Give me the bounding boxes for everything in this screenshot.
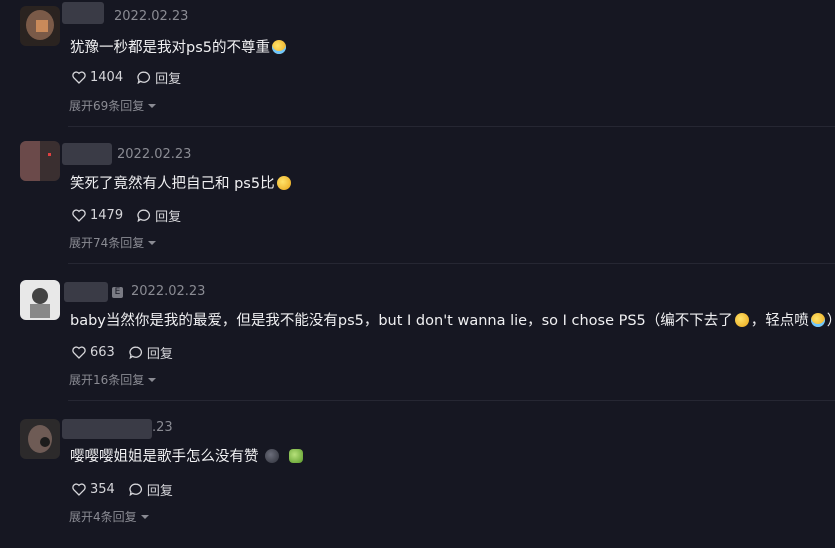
comment-text-part1: baby当然你是我的最爱，但是我不能没有ps5，but I don't wann… <box>70 313 733 329</box>
expand-replies-button[interactable]: 展开74条回复 <box>69 234 157 251</box>
divider <box>68 400 835 401</box>
heart-icon <box>72 346 86 359</box>
like-count: 1479 <box>90 208 124 223</box>
comment-item: E 2022.02.23 baby当然你是我的最爱，但是我不能没有ps5，but… <box>0 274 835 411</box>
like-count: 1404 <box>90 70 124 85</box>
reply-label: 回复 <box>155 210 182 225</box>
reply-button[interactable]: 回复 <box>129 343 173 362</box>
like-button[interactable]: 354 <box>72 482 115 497</box>
chevron-down-icon <box>148 240 157 245</box>
comment-actions: 354 回复 <box>72 480 187 499</box>
comment-text: 犹豫一秒都是我对ps5的不尊重 <box>70 36 288 57</box>
comment-bubble-icon <box>129 346 142 359</box>
comment-text: 笑死了竟然有人把自己和 ps5比 <box>70 172 293 193</box>
comment-item: .23 嘤嘤嘤姐姐是歌手怎么没有赞 354 回复 展开4条回复 <box>0 411 835 548</box>
comment-date: .23 <box>152 420 173 435</box>
heart-icon <box>72 483 86 496</box>
username-redacted[interactable] <box>64 282 108 302</box>
comment-text-body: 笑死了竟然有人把自己和 ps5比 <box>70 176 275 192</box>
username-redacted[interactable] <box>62 2 104 24</box>
comment-bubble-icon <box>129 483 142 496</box>
divider <box>68 126 835 127</box>
expand-replies-label: 展开74条回复 <box>69 236 145 250</box>
grinning-squint-emoji-icon <box>276 176 291 190</box>
like-button[interactable]: 1479 <box>72 208 123 223</box>
green-face-emoji-icon <box>288 449 303 463</box>
reply-button[interactable]: 回复 <box>137 206 181 225</box>
comment-text: 嘤嘤嘤姐姐是歌手怎么没有赞 <box>70 445 305 466</box>
expand-replies-button[interactable]: 展开16条回复 <box>69 371 157 388</box>
chevron-down-icon <box>148 103 157 108</box>
reply-label: 回复 <box>146 347 173 362</box>
comment-text-body: 犹豫一秒都是我对ps5的不尊重 <box>70 40 270 56</box>
like-button[interactable]: 1404 <box>72 70 123 85</box>
expand-replies-label: 展开4条回复 <box>69 510 137 524</box>
comment-actions: 1479 回复 <box>72 206 195 225</box>
comment-text-part2: ，轻点喷 <box>750 313 809 329</box>
divider <box>68 263 835 264</box>
expand-replies-label: 展开69条回复 <box>69 99 145 113</box>
avatar[interactable] <box>20 419 60 459</box>
reply-button[interactable]: 回复 <box>129 480 173 499</box>
comment-text-body: 嘤嘤嘤姐姐是歌手怎么没有赞 <box>70 449 259 465</box>
crying-laughing-emoji-icon <box>271 40 286 54</box>
chevron-down-icon <box>148 377 157 382</box>
expand-replies-label: 展开16条回复 <box>69 373 145 387</box>
avatar[interactable] <box>20 6 60 46</box>
comment-bubble-icon <box>137 209 151 222</box>
heart-icon <box>72 209 86 222</box>
expand-replies-button[interactable]: 展开4条回复 <box>69 508 149 525</box>
comment-item: 2022.02.23 笑死了竟然有人把自己和 ps5比 1479 回复 展开74… <box>0 137 835 274</box>
comment-actions: 663 回复 <box>72 343 187 362</box>
dark-face-emoji-icon <box>264 449 279 463</box>
like-count: 663 <box>90 345 115 360</box>
reply-label: 回复 <box>155 72 182 87</box>
crying-laughing-emoji-icon <box>810 313 825 327</box>
like-count: 354 <box>90 482 115 497</box>
comment-date: 2022.02.23 <box>117 147 192 162</box>
comment-date: 2022.02.23 <box>114 9 189 24</box>
reply-button[interactable]: 回复 <box>137 68 181 87</box>
username-redacted[interactable] <box>62 143 112 165</box>
comment-date: 2022.02.23 <box>131 284 206 299</box>
avatar[interactable] <box>20 141 60 181</box>
comment-item: 2022.02.23 犹豫一秒都是我对ps5的不尊重 1404 回复 展开69条… <box>0 0 835 137</box>
username-redacted[interactable] <box>62 419 152 439</box>
avatar[interactable] <box>20 280 60 320</box>
reply-label: 回复 <box>146 484 173 499</box>
like-button[interactable]: 663 <box>72 345 115 360</box>
user-badge: E <box>112 287 123 298</box>
comment-text: baby当然你是我的最爱，但是我不能没有ps5，but I don't wann… <box>70 309 835 330</box>
comment-bubble-icon <box>137 71 151 84</box>
heart-icon <box>72 71 86 84</box>
comment-actions: 1404 回复 <box>72 68 195 87</box>
grinning-squint-emoji-icon <box>734 313 749 327</box>
comment-text-part3: ） <box>827 313 835 329</box>
chevron-down-icon <box>140 514 149 519</box>
expand-replies-button[interactable]: 展开69条回复 <box>69 97 157 114</box>
